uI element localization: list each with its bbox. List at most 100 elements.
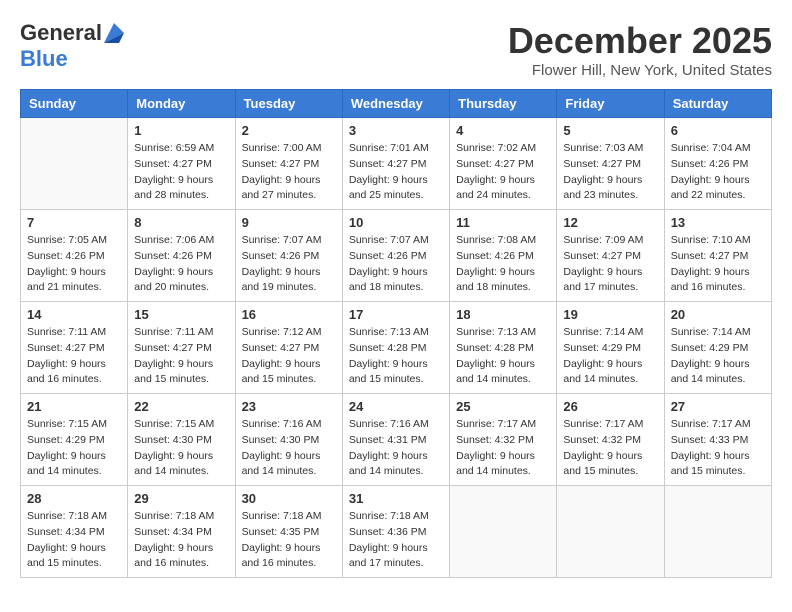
- day-number: 31: [349, 491, 443, 506]
- calendar-header-tuesday: Tuesday: [235, 90, 342, 118]
- calendar-cell: 16 Sunrise: 7:12 AMSunset: 4:27 PMDayligh…: [235, 302, 342, 394]
- day-info: Sunrise: 7:17 AMSunset: 4:33 PMDaylight:…: [671, 417, 765, 480]
- day-number: 13: [671, 215, 765, 230]
- day-info: Sunrise: 7:06 AMSunset: 4:26 PMDaylight:…: [134, 233, 228, 296]
- calendar-cell: 24 Sunrise: 7:16 AMSunset: 4:31 PMDayligh…: [342, 394, 449, 486]
- calendar-cell: 2Sunrise: 7:00 AMSunset: 4:27 PMDaylight…: [235, 118, 342, 210]
- day-number: 10: [349, 215, 443, 230]
- day-number: 16: [242, 307, 336, 322]
- day-info: Sunrise: 7:15 AMSunset: 4:30 PMDaylight:…: [134, 417, 228, 480]
- calendar-week-row: 21 Sunrise: 7:15 AMSunset: 4:29 PMDayligh…: [21, 394, 772, 486]
- day-info: Sunrise: 7:18 AMSunset: 4:34 PMDaylight:…: [27, 509, 121, 572]
- logo-blue-text: Blue: [20, 46, 68, 72]
- day-info: Sunrise: 7:17 AMSunset: 4:32 PMDaylight:…: [563, 417, 657, 480]
- day-info: Sunrise: 6:59 AMSunset: 4:27 PMDaylight:…: [134, 141, 228, 204]
- day-info: Sunrise: 7:11 AMSunset: 4:27 PMDaylight:…: [27, 325, 121, 388]
- calendar-cell: 4 Sunrise: 7:02 AMSunset: 4:27 PMDaylight…: [450, 118, 557, 210]
- calendar-cell: 14 Sunrise: 7:11 AMSunset: 4:27 PMDayligh…: [21, 302, 128, 394]
- calendar-cell: 8 Sunrise: 7:06 AMSunset: 4:26 PMDaylight…: [128, 210, 235, 302]
- calendar-week-row: 28 Sunrise: 7:18 AMSunset: 4:34 PMDayligh…: [21, 486, 772, 578]
- day-number: 8: [134, 215, 228, 230]
- calendar-cell: 13Sunrise: 7:10 AMSunset: 4:27 PMDayligh…: [664, 210, 771, 302]
- calendar-cell: 22 Sunrise: 7:15 AMSunset: 4:30 PMDayligh…: [128, 394, 235, 486]
- day-number: 15: [134, 307, 228, 322]
- calendar-cell: [450, 486, 557, 578]
- day-info: Sunrise: 7:05 AMSunset: 4:26 PMDaylight:…: [27, 233, 121, 296]
- day-number: 26: [563, 399, 657, 414]
- calendar-header-wednesday: Wednesday: [342, 90, 449, 118]
- day-number: 9: [242, 215, 336, 230]
- calendar-cell: 25 Sunrise: 7:17 AMSunset: 4:32 PMDayligh…: [450, 394, 557, 486]
- day-number: 7: [27, 215, 121, 230]
- day-number: 29: [134, 491, 228, 506]
- calendar-week-row: 1Sunrise: 6:59 AMSunset: 4:27 PMDaylight…: [21, 118, 772, 210]
- day-number: 3: [349, 123, 443, 138]
- logo: General Blue: [20, 20, 124, 72]
- day-info: Sunrise: 7:14 AMSunset: 4:29 PMDaylight:…: [671, 325, 765, 388]
- day-info: Sunrise: 7:15 AMSunset: 4:29 PMDaylight:…: [27, 417, 121, 480]
- calendar-cell: 1Sunrise: 6:59 AMSunset: 4:27 PMDaylight…: [128, 118, 235, 210]
- day-info: Sunrise: 7:16 AMSunset: 4:30 PMDaylight:…: [242, 417, 336, 480]
- calendar-cell: 27Sunrise: 7:17 AMSunset: 4:33 PMDayligh…: [664, 394, 771, 486]
- day-number: 14: [27, 307, 121, 322]
- day-info: Sunrise: 7:17 AMSunset: 4:32 PMDaylight:…: [456, 417, 550, 480]
- calendar-cell: 15Sunrise: 7:11 AMSunset: 4:27 PMDayligh…: [128, 302, 235, 394]
- logo-general-text: General: [20, 20, 102, 46]
- day-info: Sunrise: 7:03 AMSunset: 4:27 PMDaylight:…: [563, 141, 657, 204]
- day-number: 12: [563, 215, 657, 230]
- calendar-cell: [557, 486, 664, 578]
- day-number: 11: [456, 215, 550, 230]
- day-info: Sunrise: 7:18 AMSunset: 4:35 PMDaylight:…: [242, 509, 336, 572]
- day-info: Sunrise: 7:14 AMSunset: 4:29 PMDaylight:…: [563, 325, 657, 388]
- day-number: 23: [242, 399, 336, 414]
- calendar-cell: 3 Sunrise: 7:01 AMSunset: 4:27 PMDaylight…: [342, 118, 449, 210]
- calendar-header-row: SundayMondayTuesdayWednesdayThursdayFrid…: [21, 90, 772, 118]
- day-number: 21: [27, 399, 121, 414]
- day-info: Sunrise: 7:12 AMSunset: 4:27 PMDaylight:…: [242, 325, 336, 388]
- day-info: Sunrise: 7:07 AMSunset: 4:26 PMDaylight:…: [349, 233, 443, 296]
- day-info: Sunrise: 7:02 AMSunset: 4:27 PMDaylight:…: [456, 141, 550, 204]
- calendar-cell: 23 Sunrise: 7:16 AMSunset: 4:30 PMDayligh…: [235, 394, 342, 486]
- day-info: Sunrise: 7:04 AMSunset: 4:26 PMDaylight:…: [671, 141, 765, 204]
- calendar-cell: 5 Sunrise: 7:03 AMSunset: 4:27 PMDaylight…: [557, 118, 664, 210]
- calendar-cell: 18Sunrise: 7:13 AMSunset: 4:28 PMDayligh…: [450, 302, 557, 394]
- calendar-cell: 31Sunrise: 7:18 AMSunset: 4:36 PMDayligh…: [342, 486, 449, 578]
- calendar-cell: 7 Sunrise: 7:05 AMSunset: 4:26 PMDaylight…: [21, 210, 128, 302]
- day-info: Sunrise: 7:09 AMSunset: 4:27 PMDaylight:…: [563, 233, 657, 296]
- day-number: 17: [349, 307, 443, 322]
- calendar-cell: 19 Sunrise: 7:14 AMSunset: 4:29 PMDayligh…: [557, 302, 664, 394]
- calendar-week-row: 7 Sunrise: 7:05 AMSunset: 4:26 PMDaylight…: [21, 210, 772, 302]
- day-number: 20: [671, 307, 765, 322]
- calendar-cell: [21, 118, 128, 210]
- day-info: Sunrise: 7:01 AMSunset: 4:27 PMDaylight:…: [349, 141, 443, 204]
- calendar-header-friday: Friday: [557, 90, 664, 118]
- calendar-cell: [664, 486, 771, 578]
- day-info: Sunrise: 7:08 AMSunset: 4:26 PMDaylight:…: [456, 233, 550, 296]
- day-number: 5: [563, 123, 657, 138]
- calendar-header-thursday: Thursday: [450, 90, 557, 118]
- day-info: Sunrise: 7:16 AMSunset: 4:31 PMDaylight:…: [349, 417, 443, 480]
- page-header: General Blue December 2025 Flower Hill, …: [20, 20, 772, 79]
- calendar-cell: 17Sunrise: 7:13 AMSunset: 4:28 PMDayligh…: [342, 302, 449, 394]
- month-title: December 2025: [508, 20, 772, 62]
- day-number: 19: [563, 307, 657, 322]
- calendar-cell: 10 Sunrise: 7:07 AMSunset: 4:26 PMDayligh…: [342, 210, 449, 302]
- day-number: 22: [134, 399, 228, 414]
- calendar-table: SundayMondayTuesdayWednesdayThursdayFrid…: [20, 89, 772, 578]
- calendar-cell: 12 Sunrise: 7:09 AMSunset: 4:27 PMDayligh…: [557, 210, 664, 302]
- calendar-header-monday: Monday: [128, 90, 235, 118]
- day-info: Sunrise: 7:18 AMSunset: 4:34 PMDaylight:…: [134, 509, 228, 572]
- calendar-cell: 28 Sunrise: 7:18 AMSunset: 4:34 PMDayligh…: [21, 486, 128, 578]
- calendar-cell: 30Sunrise: 7:18 AMSunset: 4:35 PMDayligh…: [235, 486, 342, 578]
- day-number: 28: [27, 491, 121, 506]
- calendar-cell: 9Sunrise: 7:07 AMSunset: 4:26 PMDaylight…: [235, 210, 342, 302]
- day-number: 24: [349, 399, 443, 414]
- day-info: Sunrise: 7:00 AMSunset: 4:27 PMDaylight:…: [242, 141, 336, 204]
- day-number: 4: [456, 123, 550, 138]
- day-number: 25: [456, 399, 550, 414]
- calendar-cell: 6Sunrise: 7:04 AMSunset: 4:26 PMDaylight…: [664, 118, 771, 210]
- calendar-header-sunday: Sunday: [21, 90, 128, 118]
- logo-icon: [104, 23, 124, 43]
- calendar-header-saturday: Saturday: [664, 90, 771, 118]
- day-number: 18: [456, 307, 550, 322]
